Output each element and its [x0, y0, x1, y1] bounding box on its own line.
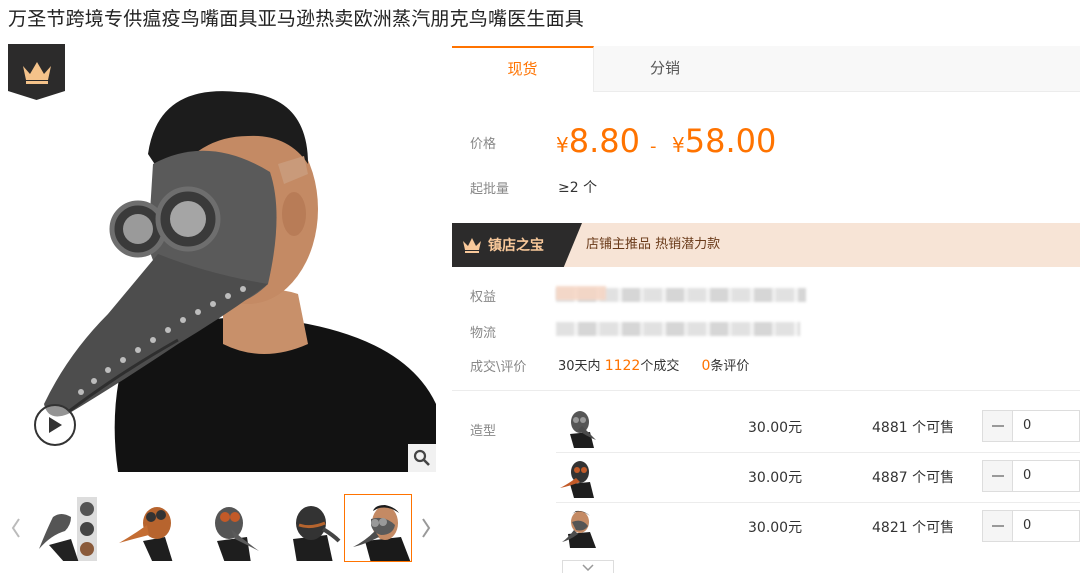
- chevron-down-icon: [582, 563, 594, 571]
- deal-prefix: 30天内: [558, 359, 601, 374]
- rights-label: 权益: [470, 290, 497, 305]
- variant-image: [556, 406, 598, 448]
- quantity-stepper[interactable]: 0: [982, 510, 1080, 542]
- minus-icon: [991, 425, 1004, 427]
- divider: [452, 390, 1080, 391]
- variant-image: [556, 506, 598, 548]
- variant-thumb[interactable]: [556, 506, 598, 548]
- product-title: 万圣节跨境专供瘟疫鸟嘴面具亚马逊热卖欧洲蒸汽朋克鸟嘴医生面具: [8, 8, 585, 30]
- thumb-image: [31, 495, 97, 561]
- variant-stock: 4881 个可售: [872, 420, 955, 436]
- decrement-button[interactable]: [983, 511, 1013, 541]
- thumbnail-5[interactable]: [344, 494, 412, 562]
- decrement-button[interactable]: [983, 461, 1013, 491]
- variant-row: 30.00元 4821 个可售 0: [452, 502, 1080, 552]
- deal-label: 成交\评价: [470, 360, 527, 375]
- variant-thumb[interactable]: [556, 406, 598, 448]
- price-max-value: 58.00: [684, 122, 777, 160]
- logistics-label: 物流: [470, 326, 497, 341]
- chevron-left-icon: [11, 518, 20, 538]
- zoom-button[interactable]: [408, 444, 436, 472]
- moq-label: 起批量: [470, 182, 510, 197]
- play-video-button[interactable]: [34, 404, 76, 446]
- thumbnail-strip: [8, 492, 436, 564]
- store-crown-badge: [8, 44, 65, 100]
- logistics-redacted: [556, 322, 800, 336]
- decrement-button[interactable]: [983, 411, 1013, 441]
- crown-icon: [463, 238, 481, 253]
- variant-price: 30.00元: [748, 470, 803, 486]
- variant-price: 30.00元: [748, 420, 803, 436]
- thumbnail-2[interactable]: [112, 494, 180, 562]
- variant-stock: 4887 个可售: [872, 470, 955, 486]
- play-icon: [49, 417, 62, 433]
- quantity-value[interactable]: 0: [1023, 468, 1031, 483]
- quantity-value[interactable]: 0: [1023, 418, 1031, 433]
- variant-row: 30.00元 4887 个可售 0: [452, 452, 1080, 502]
- quantity-value[interactable]: 0: [1023, 518, 1031, 533]
- price-label: 价格: [470, 137, 497, 152]
- treasure-tags: 店铺主推品 热销潜力款: [586, 237, 721, 252]
- treasure-badge: 镇店之宝: [452, 223, 582, 267]
- plague-mask-photo: [8, 44, 436, 472]
- deal-count: 1122: [604, 358, 641, 374]
- treasure-badge-label: 镇店之宝: [488, 238, 544, 254]
- thumb-image: [195, 495, 261, 561]
- minus-icon: [991, 525, 1004, 527]
- thumbs-prev-arrow[interactable]: [8, 514, 24, 542]
- thumb-image: [277, 495, 343, 561]
- minus-icon: [991, 475, 1004, 477]
- tab-in-stock[interactable]: 现货: [452, 46, 594, 92]
- expand-variants-toggle[interactable]: [562, 560, 614, 573]
- thumb-image: [345, 495, 411, 561]
- price-max: ¥58.00: [672, 122, 776, 160]
- currency-symbol: ¥: [672, 133, 685, 157]
- moq-value: ≥2 个: [558, 180, 598, 196]
- variant-row: 30.00元 4881 个可售 0: [452, 402, 1080, 452]
- review-suffix[interactable]: 条评价: [710, 359, 749, 374]
- magnifier-icon: [413, 449, 430, 466]
- chevron-right-icon: [422, 518, 431, 538]
- rights-redacted-tag: [556, 286, 606, 300]
- deal-stats: 30天内 1122个成交 0条评价: [558, 355, 749, 374]
- price-min-value: 8.80: [568, 122, 640, 160]
- thumbs-next-arrow[interactable]: [418, 514, 434, 542]
- purchase-type-tabs: 现货 分销: [452, 46, 1080, 92]
- thumbnail-3[interactable]: [194, 494, 262, 562]
- variant-thumb[interactable]: [556, 456, 598, 498]
- store-treasure-banner: 镇店之宝 店铺主推品 热销潜力款: [452, 223, 1080, 267]
- quantity-stepper[interactable]: 0: [982, 460, 1080, 492]
- price-min: ¥8.80: [556, 122, 640, 160]
- currency-symbol: ¥: [556, 133, 569, 157]
- price-separator: -: [650, 136, 657, 157]
- thumb-image: [113, 495, 179, 561]
- crown-icon: [22, 62, 51, 84]
- variant-image: [556, 456, 598, 498]
- deal-suffix: 个成交: [640, 359, 680, 374]
- main-product-image[interactable]: [8, 44, 436, 472]
- quantity-stepper[interactable]: 0: [982, 410, 1080, 442]
- tab-distribution[interactable]: 分销: [594, 46, 736, 92]
- thumbnail-1[interactable]: [30, 494, 98, 562]
- variant-price: 30.00元: [748, 520, 803, 536]
- thumbnail-4[interactable]: [276, 494, 344, 562]
- variant-stock: 4821 个可售: [872, 520, 955, 536]
